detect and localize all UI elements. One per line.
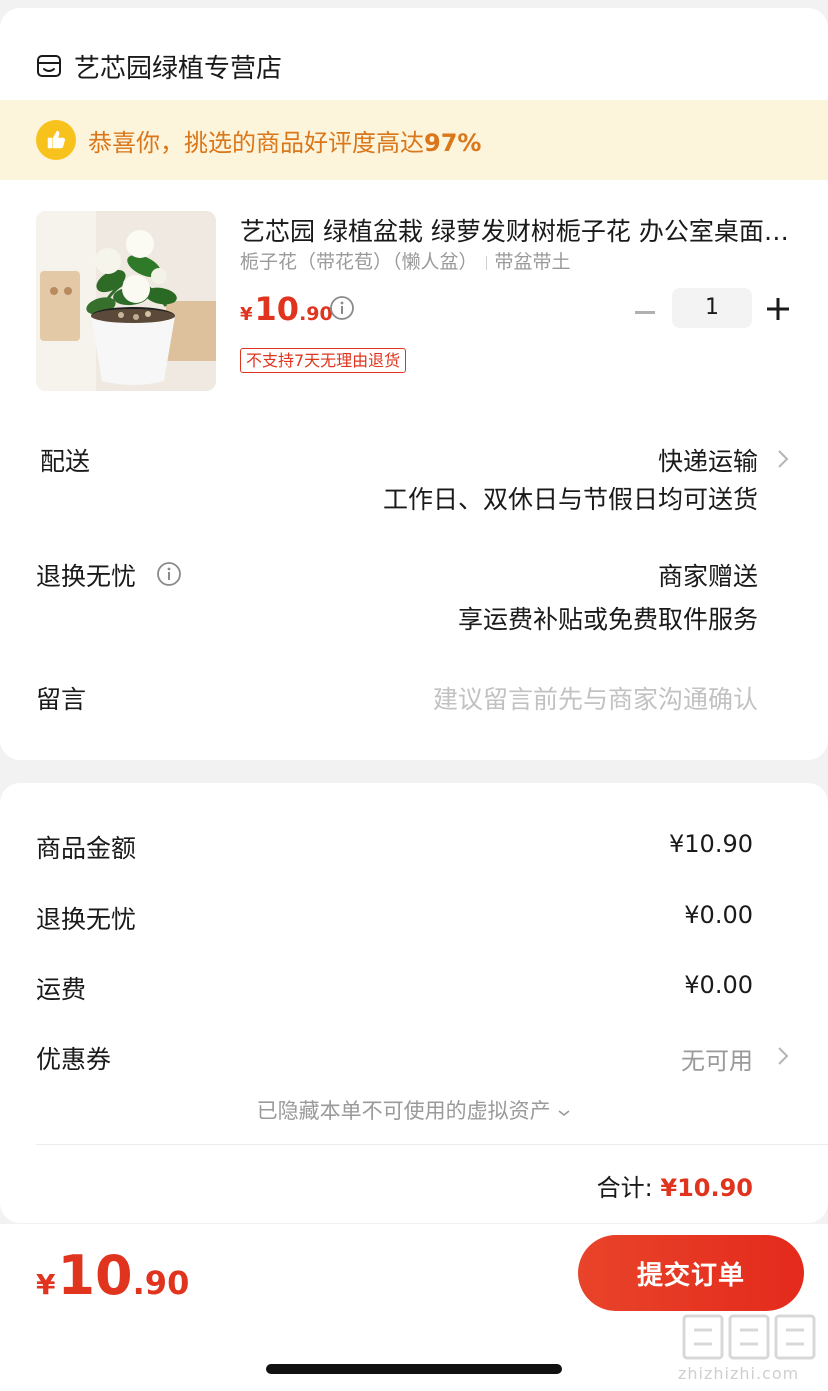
minus-icon bbox=[635, 311, 655, 314]
spec-divider bbox=[485, 255, 487, 270]
bottom-price-symbol: ¥ bbox=[36, 1268, 56, 1301]
goods-amount-value: ¥10.90 bbox=[669, 830, 753, 858]
shop-header[interactable]: 艺芯园绿植专营店 bbox=[36, 36, 282, 96]
return-note: 享运费补贴或免费取件服务 bbox=[457, 605, 758, 634]
shipping-value: ¥0.00 bbox=[684, 971, 753, 999]
product-spec[interactable]: 栀子花（带花苞）（懒人盆） 带盆带土 bbox=[240, 247, 571, 274]
no-return-tag: 不支持7天无理由退货 bbox=[240, 348, 407, 373]
total-value: ¥10.90 bbox=[660, 1174, 753, 1202]
bottom-price-decimal: .90 bbox=[132, 1264, 190, 1302]
return-fee-label: 退换无忧 bbox=[36, 905, 137, 934]
product-spec-extra: 带盆带土 bbox=[494, 251, 571, 273]
bottom-price: ¥ 10 .90 bbox=[36, 1244, 189, 1307]
hidden-assets-note: 已隐藏本单不可使用的虚拟资产 bbox=[256, 1099, 551, 1123]
product-title[interactable]: 艺芯园 绿植盆栽 绿萝发财树栀子花 办公室桌面… bbox=[240, 212, 790, 248]
quantity-increase-button[interactable] bbox=[762, 293, 794, 325]
return-value: 商家赠送 bbox=[657, 562, 758, 591]
price-integer: 10 bbox=[254, 290, 300, 328]
plus-icon bbox=[767, 298, 789, 320]
delivery-label: 配送 bbox=[40, 447, 91, 476]
return-label: 退换无忧 bbox=[36, 562, 137, 591]
watermark-text: zhizhizhi.com bbox=[678, 1364, 800, 1383]
thumbs-up-icon bbox=[36, 120, 76, 160]
chevron-right-icon[interactable] bbox=[775, 448, 791, 470]
chevron-right-icon[interactable] bbox=[775, 1045, 791, 1067]
divider bbox=[36, 1144, 828, 1145]
home-indicator[interactable] bbox=[266, 1364, 562, 1374]
product-image[interactable] bbox=[36, 211, 216, 391]
message-label: 留言 bbox=[36, 685, 87, 714]
total-label: 合计: bbox=[596, 1174, 653, 1202]
coupon-label: 优惠券 bbox=[36, 1045, 112, 1074]
coupon-value[interactable]: 无可用 bbox=[681, 1041, 753, 1076]
delivery-method[interactable]: 快递运输 bbox=[658, 442, 758, 478]
chevron-down-icon bbox=[558, 1110, 570, 1117]
price-decimal: .90 bbox=[299, 303, 333, 325]
product-price: ¥ 10 .90 bbox=[240, 290, 333, 328]
praise-rate: 97% bbox=[424, 128, 482, 157]
goods-amount-label: 商品金额 bbox=[36, 834, 137, 863]
shop-name: 艺芯园绿植专营店 bbox=[74, 53, 283, 84]
quantity-input[interactable]: 1 bbox=[672, 288, 752, 328]
price-info-icon[interactable] bbox=[329, 295, 355, 321]
praise-banner: 恭喜你，挑选的商品好评度高达97% bbox=[0, 100, 828, 180]
submit-order-button[interactable]: 提交订单 bbox=[578, 1235, 804, 1311]
delivery-note: 工作日、双休日与节假日均可送货 bbox=[382, 485, 758, 514]
praise-text: 恭喜你，挑选的商品好评度高达 bbox=[88, 128, 424, 157]
message-input[interactable]: 建议留言前先与商家沟通确认 bbox=[433, 680, 758, 716]
order-total: 合计: ¥10.90 bbox=[597, 1168, 753, 1203]
return-fee-value: ¥0.00 bbox=[684, 901, 753, 929]
bottom-price-integer: 10 bbox=[57, 1244, 133, 1307]
price-symbol: ¥ bbox=[240, 304, 253, 325]
product-spec-main: 栀子花（带花苞）（懒人盆） bbox=[240, 251, 478, 273]
shipping-label: 运费 bbox=[36, 975, 87, 1004]
return-info-icon[interactable] bbox=[156, 561, 182, 587]
shop-icon bbox=[37, 55, 61, 77]
quantity-decrease-button[interactable] bbox=[630, 293, 660, 333]
